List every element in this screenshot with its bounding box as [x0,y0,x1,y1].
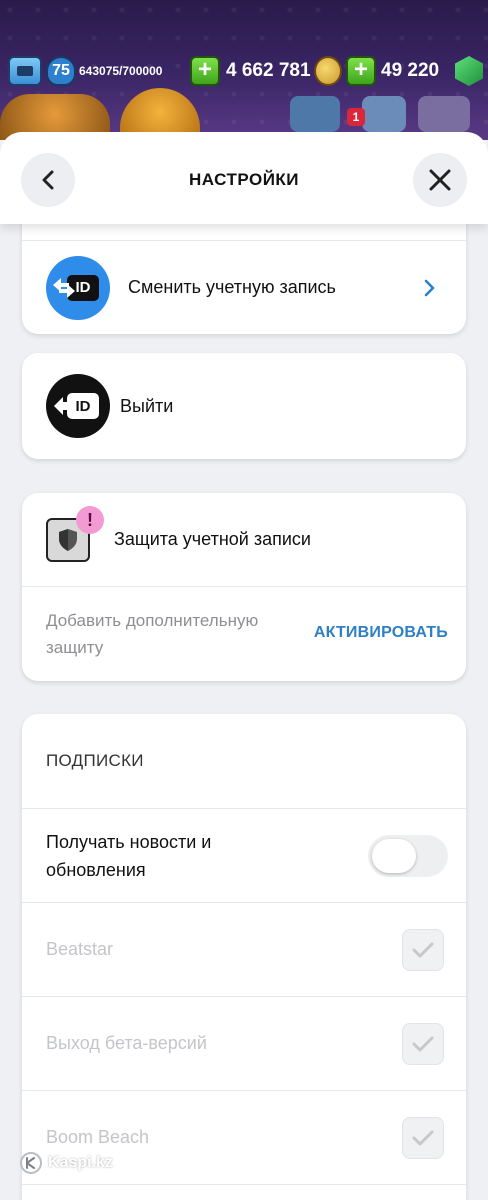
add-coins-button[interactable]: + [190,56,220,86]
close-icon [429,169,451,191]
subscription-item-beatstar[interactable]: Beatstar [22,902,466,996]
subscription-item-next [22,1184,466,1200]
news-toggle[interactable] [368,835,448,877]
logout-card[interactable]: ID Выйти [22,353,466,459]
close-button[interactable] [413,153,467,207]
logout-label: Выйти [120,395,174,416]
switch-account-label: Сменить учетную запись [128,277,336,297]
settings-header: НАСТРОЙКИ [0,132,488,224]
game-menu-icon[interactable] [418,96,470,132]
game-status-bar: 75 643075/700000 + 4 662 781 + 49 220 1 [0,0,488,140]
subscription-checkbox[interactable] [402,1023,444,1065]
profile-icon[interactable] [8,56,42,86]
arrow-left-icon [54,397,72,415]
subscription-checkbox[interactable] [402,1117,444,1159]
add-gems-button[interactable]: + [346,56,376,86]
game-menu-icon[interactable] [362,96,406,132]
toggle-knob [372,839,416,873]
subscriptions-header: ПОДПИСКИ [46,751,144,770]
gem-count: 49 220 [381,60,440,81]
subscription-label: Выход бета-версий [46,1033,207,1053]
notification-badge: 1 [347,108,365,126]
coin-icon [314,56,342,86]
shield-icon [59,528,77,551]
account-protection-card: ! Защита учетной записи Добавить дополни… [22,493,466,681]
checkmark-icon [412,1130,434,1146]
game-menu-icon[interactable] [290,96,340,132]
switch-account-row[interactable]: ID Сменить учетную запись [22,240,466,334]
alert-badge: ! [76,505,104,534]
subscription-label: Boom Beach [46,1127,150,1147]
chevron-right-icon [424,279,435,297]
level-badge: 75 [46,56,76,86]
protection-action-row: Добавить дополнительную защиту АКТИВИРОВ… [22,586,466,681]
subscription-item-beta[interactable]: Выход бета-версий [22,996,466,1090]
checkmark-icon [412,1036,434,1052]
protection-title: Защита учетной записи [114,529,311,549]
kaspi-mark [26,1157,35,1169]
switch-account-icon: ID [46,255,110,320]
subscription-checkbox[interactable] [402,929,444,971]
news-row[interactable]: Получать новости и обновления [22,808,466,902]
subscriptions-card: ПОДПИСКИ Получать новости и обновления B… [22,714,466,1200]
subscriptions-header-row: ПОДПИСКИ [22,714,466,808]
subscription-label: Beatstar [46,939,114,959]
coin-count: 4 662 781 [226,60,311,81]
news-label: Получать новости и обновления [46,831,212,880]
xp-counter: 643075/700000 [79,64,163,78]
watermark: Kaspi.kz [20,1152,113,1174]
shield-box: ! [46,505,104,562]
settings-panel: НАСТРОЙКИ ID Сменить учетную запись ID В… [0,132,488,1200]
kaspi-logo-icon [20,1152,42,1174]
checkmark-icon [412,942,434,958]
swap-arrows-icon [53,277,75,298]
logout-icon: ID [46,374,110,438]
logout-row[interactable]: ID Выйти [22,353,466,459]
watermark-text: Kaspi.kz [48,1154,113,1171]
protection-header-row: ! Защита учетной записи [22,493,466,586]
protection-description: Добавить дополнительную защиту [46,611,259,657]
activate-button[interactable]: АКТИВИРОВАТЬ [314,624,448,642]
